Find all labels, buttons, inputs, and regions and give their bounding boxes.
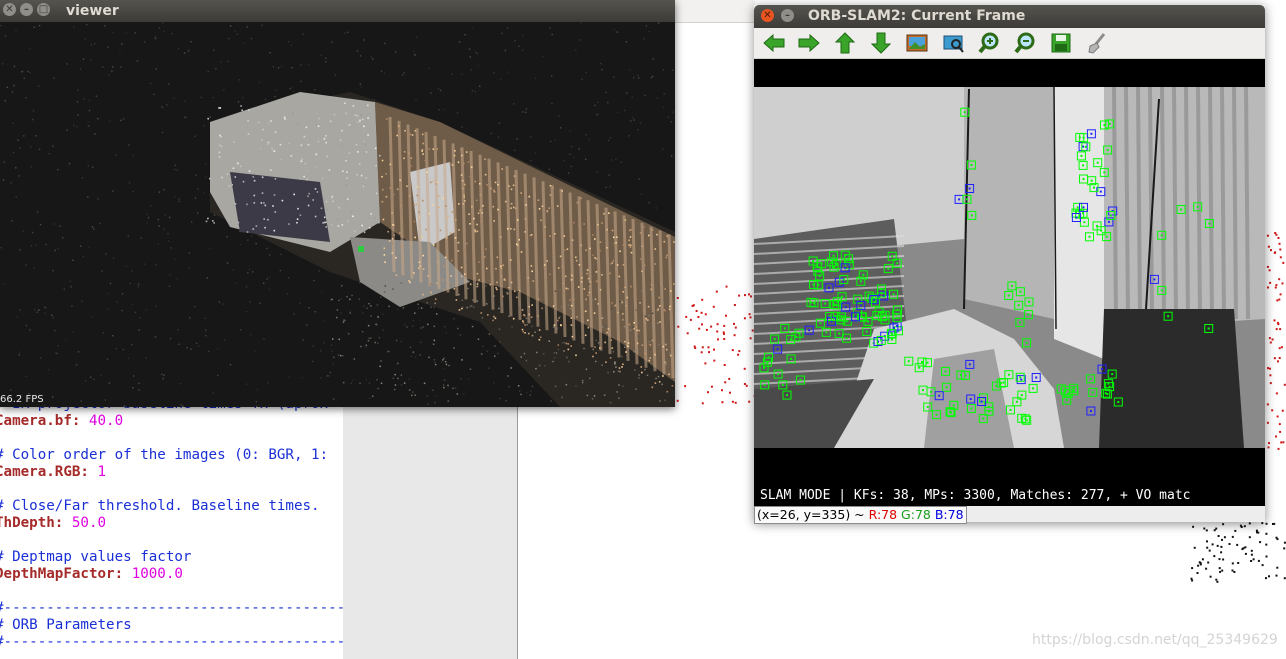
camera-frame: [754, 86, 1265, 448]
viewer-titlebar[interactable]: ✕ – □ viewer: [0, 0, 675, 22]
watermark-text: https://blog.csdn.net/qq_25349629: [1032, 632, 1278, 648]
editor-line: Camera.bf: 40.0: [0, 413, 343, 430]
comment-text: # Deptmap values factor: [0, 549, 192, 565]
editor-line: #---------------------------------------…: [0, 600, 343, 617]
orb-title: ORB-SLAM2: Current Frame: [808, 8, 1026, 24]
viewer-window[interactable]: ✕ – □ viewer 66.2 FPS: [0, 0, 675, 407]
comment-text: #---------------------------------------…: [0, 634, 343, 650]
comment-text: # Color order of the images (0: BGR, 1:: [0, 447, 329, 463]
fps-counter: 66.2 FPS: [0, 394, 44, 405]
config-key: Camera.bf: [0, 413, 72, 429]
desktop-top-strip: [675, 0, 755, 23]
editor-line: # ORB Parameters: [0, 617, 343, 634]
fit-window-icon[interactable]: [940, 31, 966, 55]
comment-text: # ORB Parameters: [0, 617, 132, 633]
slam-status-text: SLAM MODE | KFs: 38, MPs: 3300, Matches:…: [760, 488, 1191, 503]
pixel-info-box: (x=26, y=335) ~ R:78 G:78 B:78: [754, 506, 967, 524]
config-value: 50.0: [71, 515, 107, 531]
forward-arrow-icon[interactable]: [796, 31, 822, 55]
editor-line: # Deptmap values factor: [0, 549, 343, 566]
close-icon[interactable]: ✕: [3, 3, 16, 16]
editor-line: ThDepth: 50.0: [0, 515, 343, 532]
minimize-icon[interactable]: –: [20, 3, 33, 16]
config-key: DepthMapFactor: [0, 566, 115, 582]
editor-line: # Close/Far threshold. Baseline times.: [0, 498, 343, 515]
back-arrow-icon[interactable]: [761, 31, 787, 55]
pixel-coords: (x=26, y=335) ~: [757, 507, 865, 522]
pixel-r: R:78: [868, 507, 898, 522]
save-icon[interactable]: [1048, 31, 1074, 55]
pixel-info-bar: (x=26, y=335) ~ R:78 G:78 B:78: [754, 506, 1265, 524]
close-icon[interactable]: ✕: [761, 9, 774, 22]
config-colon: :: [54, 515, 72, 531]
editor-content[interactable]: # IR projector baseline times fx (aproxC…: [0, 396, 343, 651]
orb-titlebar[interactable]: ✕ – ORB-SLAM2: Current Frame: [754, 5, 1265, 28]
zoom-in-icon[interactable]: [976, 31, 1002, 55]
pixel-g: G:78: [901, 507, 931, 522]
config-value: 40.0: [88, 413, 124, 429]
zoom-out-icon[interactable]: [1012, 31, 1038, 55]
config-value: 1000.0: [131, 566, 183, 582]
minimize-icon[interactable]: –: [781, 9, 794, 22]
current-frame-view[interactable]: SLAM MODE | KFs: 38, MPs: 3300, Matches:…: [754, 59, 1265, 506]
comment-text: #---------------------------------------…: [0, 600, 343, 616]
image-icon[interactable]: [904, 31, 930, 55]
maximize-icon[interactable]: □: [37, 3, 50, 16]
editor-line: #---------------------------------------…: [0, 634, 343, 651]
up-arrow-icon[interactable]: [832, 31, 858, 55]
down-arrow-icon[interactable]: [868, 31, 894, 55]
editor-line: DepthMapFactor: 1000.0: [0, 566, 343, 583]
editor-line: Camera.RGB: 1: [0, 464, 343, 481]
brush-icon[interactable]: [1084, 31, 1110, 55]
orb-slam-window[interactable]: ✕ – ORB-SLAM2: Current Frame SLAM MODE |…: [754, 5, 1265, 524]
config-colon: :: [71, 413, 89, 429]
editor-line: # Color order of the images (0: BGR, 1:: [0, 447, 343, 464]
viewer-title: viewer: [66, 3, 119, 19]
config-colon: :: [80, 464, 98, 480]
config-key: ThDepth: [0, 515, 55, 531]
orb-toolbar: [754, 28, 1265, 59]
config-value: 1: [97, 464, 107, 480]
config-colon: :: [114, 566, 132, 582]
config-key: Camera.RGB: [0, 464, 81, 480]
point-cloud-canvas[interactable]: 66.2 FPS: [0, 22, 675, 407]
pixel-b: B:78: [934, 507, 964, 522]
point-cloud: [0, 22, 675, 407]
comment-text: # Close/Far threshold. Baseline times.: [0, 498, 320, 514]
